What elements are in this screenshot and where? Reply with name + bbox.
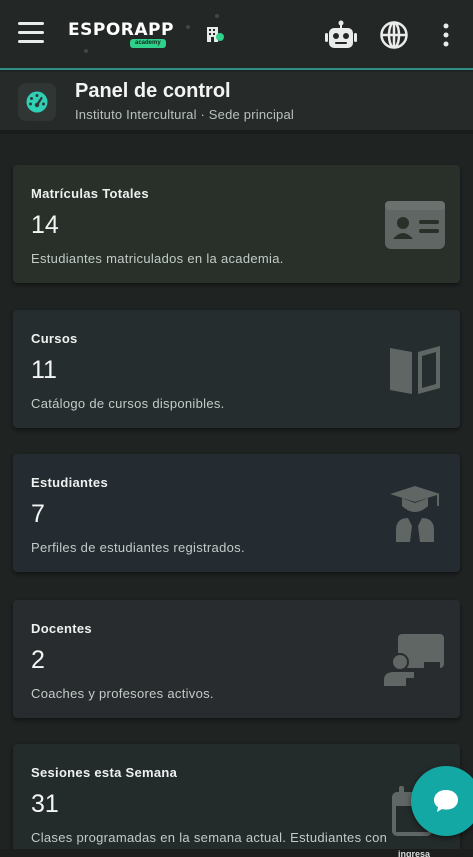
card-description: Catálogo de cursos disponibles. — [31, 396, 225, 411]
card-value: 14 — [31, 211, 59, 239]
header-icon-box — [18, 83, 56, 121]
decorative-dot — [215, 14, 219, 18]
chalkboard-teacher-icon — [384, 634, 444, 686]
robot-icon[interactable] — [324, 20, 358, 50]
building-icon[interactable] — [204, 24, 226, 46]
app-bar: ESPORAPP academy — [0, 0, 473, 70]
decorative-dot — [186, 25, 190, 29]
book-open-icon — [390, 346, 440, 394]
page-subtitle: Instituto Intercultural · Sede principal — [75, 107, 294, 122]
page-title: Panel de control — [75, 80, 231, 102]
chat-fab-button[interactable] — [411, 766, 473, 836]
logo-badge: academy — [130, 39, 166, 48]
user-graduate-icon — [390, 486, 440, 542]
card-title: Matrículas Totales — [31, 186, 149, 201]
page-header: Panel de control Instituto Intercultural… — [0, 72, 473, 134]
card-title: Estudiantes — [31, 475, 108, 490]
card-sesiones[interactable]: Sesiones esta Semana 31 Clases programad… — [13, 744, 460, 857]
card-matriculas[interactable]: Matrículas Totales 14 Estudiantes matric… — [13, 165, 460, 283]
hamburger-menu-icon[interactable] — [18, 22, 44, 46]
card-value: 7 — [31, 500, 45, 528]
card-cursos[interactable]: Cursos 11 Catálogo de cursos disponibles… — [13, 310, 460, 428]
globe-icon[interactable] — [380, 21, 408, 49]
card-description: Perfiles de estudiantes registrados. — [31, 540, 245, 555]
card-value: 11 — [31, 356, 57, 384]
gauge-icon — [26, 91, 48, 113]
card-description: Coaches y profesores activos. — [31, 686, 214, 701]
card-title: Docentes — [31, 621, 92, 636]
card-value: 31 — [31, 790, 59, 818]
card-title: Cursos — [31, 331, 78, 346]
more-vertical-icon[interactable] — [441, 22, 451, 48]
card-description: Estudiantes matriculados en la academia. — [31, 251, 284, 266]
decorative-dot — [84, 49, 88, 53]
footer-text: ingresa — [398, 849, 431, 857]
card-title: Sesiones esta Semana — [31, 765, 178, 780]
id-card-icon — [385, 201, 445, 249]
card-value: 2 — [31, 646, 45, 674]
card-estudiantes[interactable]: Estudiantes 7 Perfiles de estudiantes re… — [13, 454, 460, 572]
card-docentes[interactable]: Docentes 2 Coaches y profesores activos. — [13, 600, 460, 718]
logo-text: ESPORAPP — [68, 20, 174, 40]
app-logo[interactable]: ESPORAPP academy — [68, 20, 174, 48]
chat-bubble-icon — [434, 790, 458, 812]
